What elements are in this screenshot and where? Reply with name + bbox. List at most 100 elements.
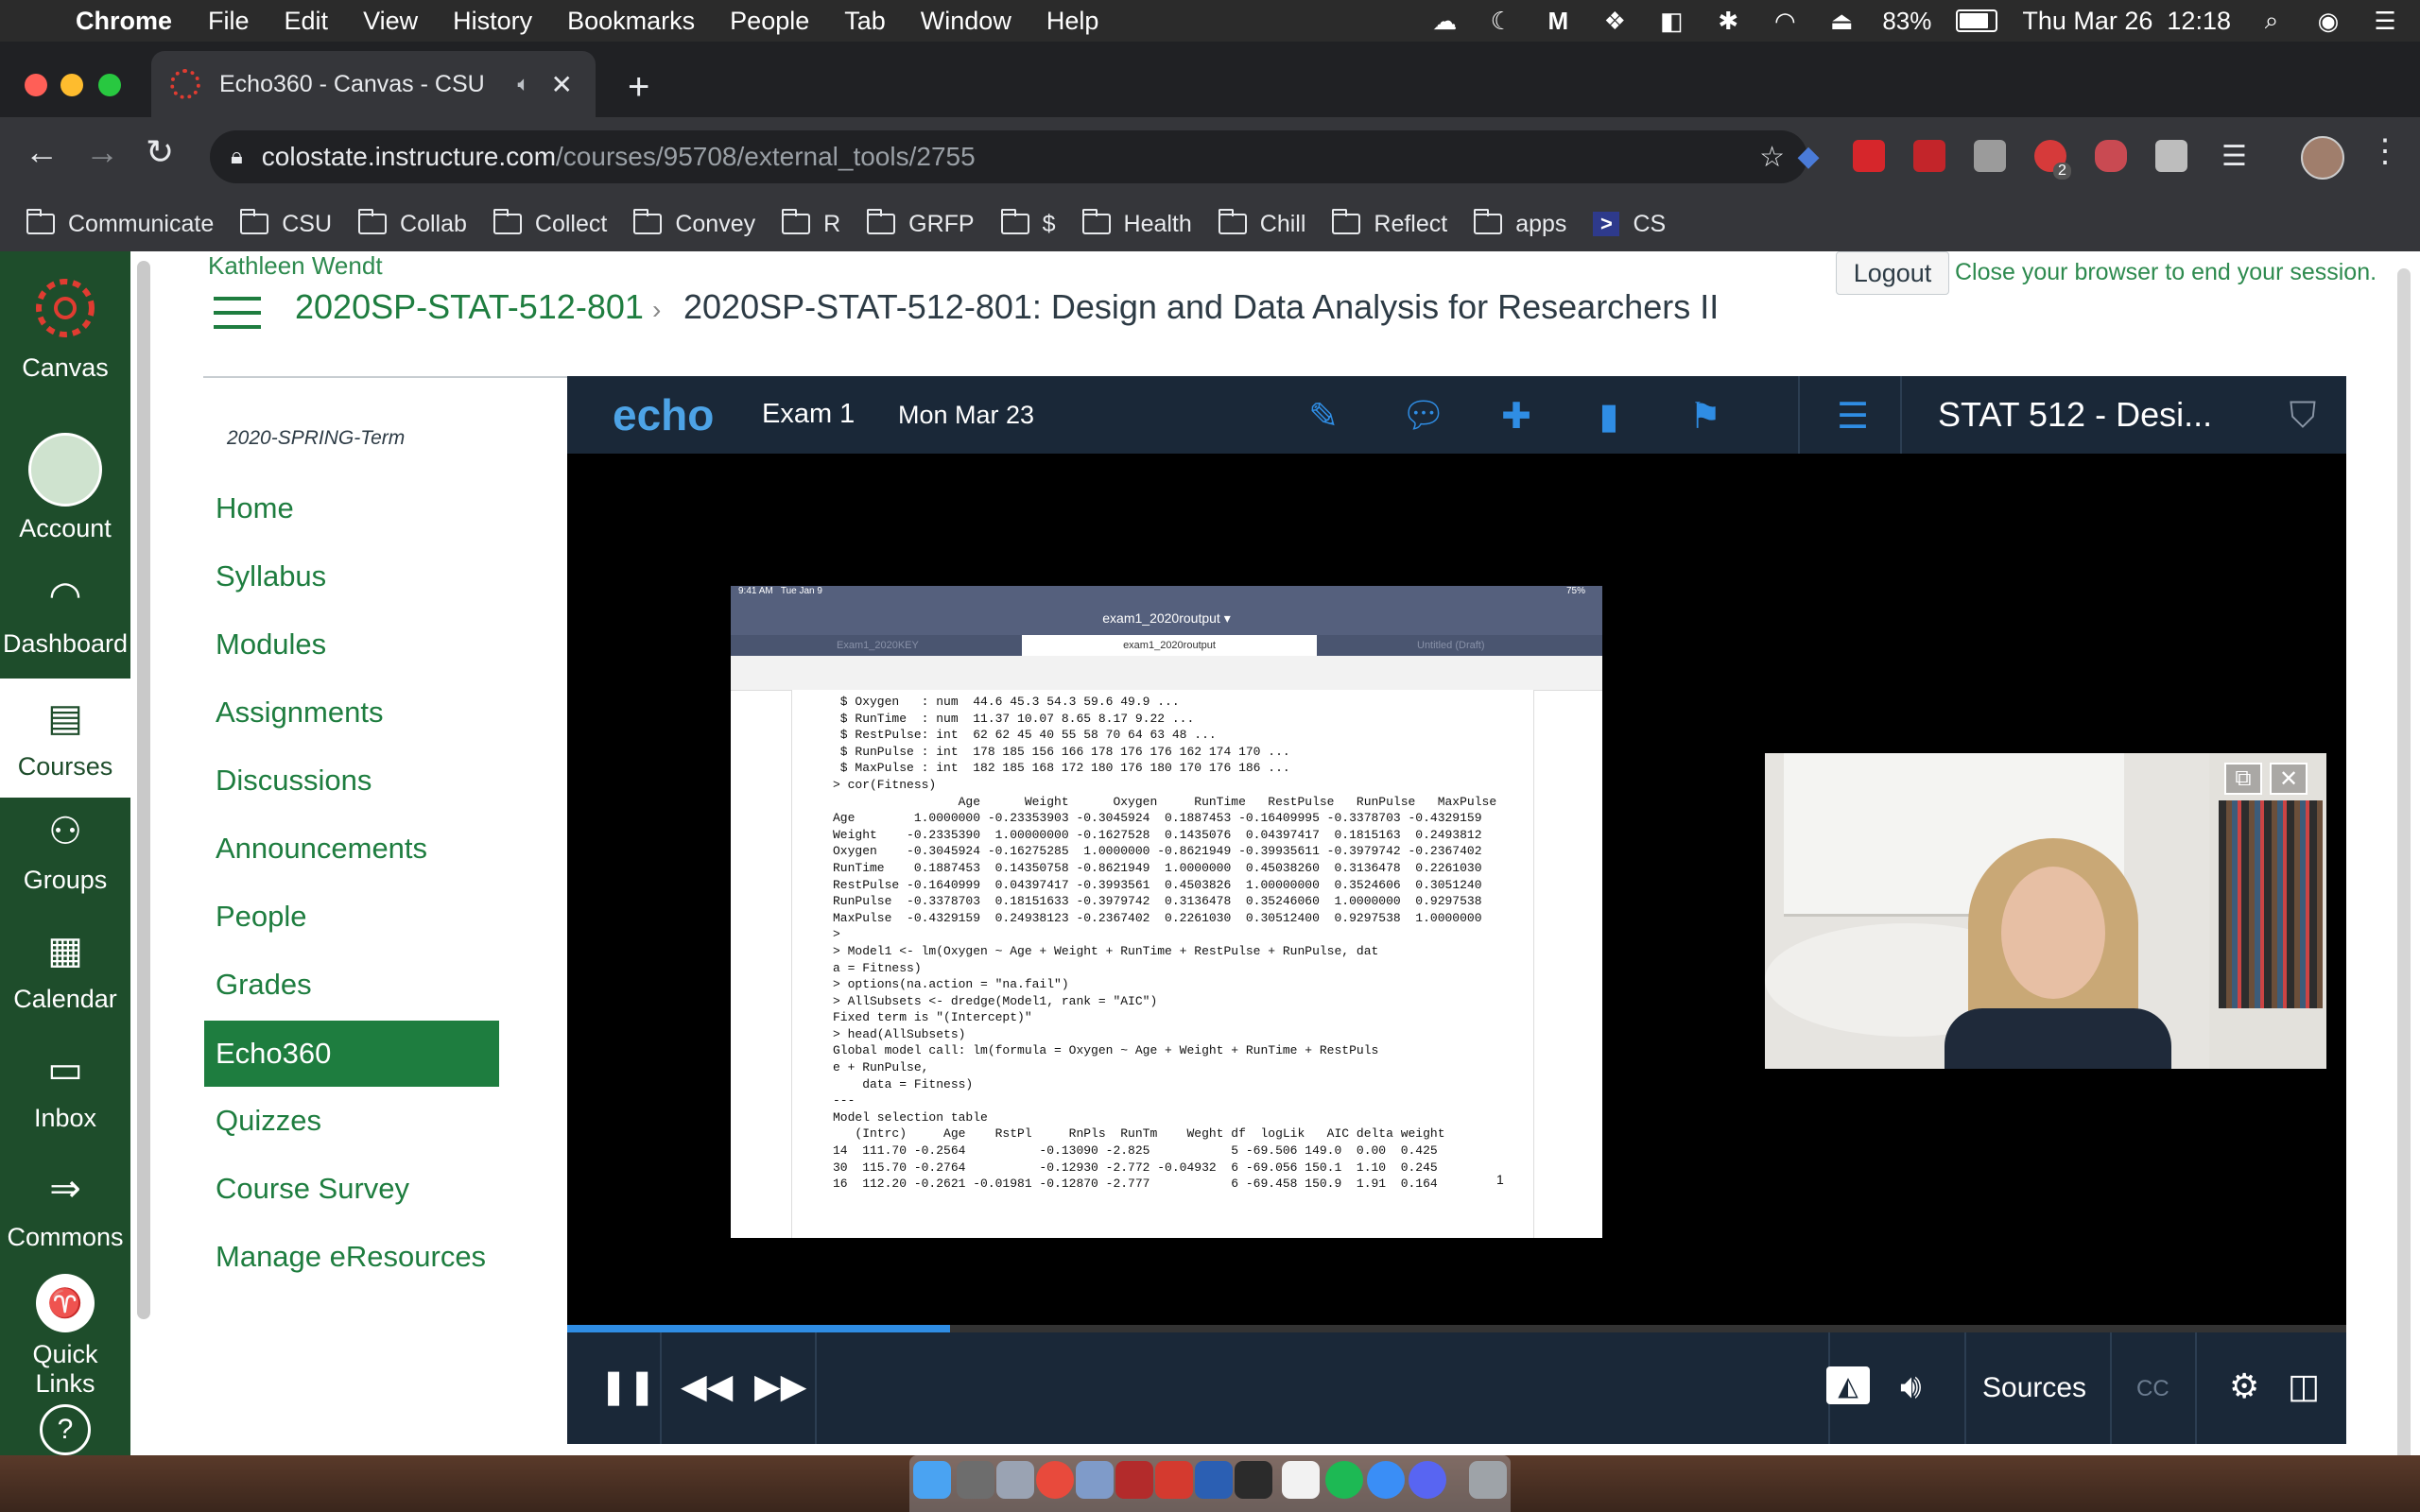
global-nav-courses[interactable]: ▤ Courses <box>0 679 130 798</box>
page-scrollbar[interactable] <box>2397 268 2411 1455</box>
fast-forward-icon[interactable]: ▶▶ <box>754 1366 806 1406</box>
course-nav-course-survey[interactable]: Course Survey <box>216 1172 409 1206</box>
address-bar[interactable]: 🔒︎ colostate.instructure.com /courses/95… <box>210 130 1807 183</box>
word-icon[interactable] <box>1195 1461 1233 1499</box>
flag-icon[interactable]: ⚑ <box>1685 395 1726 437</box>
user-name[interactable]: Kathleen Wendt <box>208 251 383 281</box>
course-nav-assignments[interactable]: Assignments <box>216 696 383 730</box>
rewind-icon[interactable]: ◀◀ <box>681 1366 733 1406</box>
extension-shield-icon[interactable] <box>2095 140 2127 172</box>
menu-window[interactable]: Window <box>921 7 1011 36</box>
discord-icon[interactable] <box>1409 1461 1446 1499</box>
close-tab-icon[interactable]: ✕ <box>551 69 573 100</box>
extension-lastpass-icon[interactable] <box>1913 140 1945 172</box>
system-preferences-icon[interactable] <box>957 1461 994 1499</box>
course-nav-syllabus[interactable]: Syllabus <box>216 559 326 593</box>
launchpad-icon[interactable] <box>996 1461 1034 1499</box>
extension-doc-icon[interactable] <box>2155 140 2187 172</box>
menu-bookmarks[interactable]: Bookmarks <box>567 7 695 36</box>
finder-icon[interactable] <box>913 1461 951 1499</box>
bookmark-folder[interactable]: Collect <box>493 209 607 238</box>
extension-k-icon[interactable] <box>1974 140 2006 172</box>
menu-tab[interactable]: Tab <box>844 7 886 36</box>
calendar-app-icon[interactable] <box>1282 1461 1320 1499</box>
mendeley-icon[interactable] <box>1115 1461 1153 1499</box>
global-nav-help[interactable]: ? <box>0 1404 130 1455</box>
pause-icon[interactable]: ❚❚ <box>599 1366 656 1406</box>
extension-mendeley-icon[interactable] <box>1853 140 1885 172</box>
close-video-icon[interactable]: ✕ <box>2270 763 2308 795</box>
bookmark-folder[interactable]: Reflect <box>1332 209 1447 238</box>
progress-bar[interactable] <box>567 1325 2346 1332</box>
course-nav-discussions[interactable]: Discussions <box>216 764 372 798</box>
bookmark-folder[interactable]: Health <box>1081 209 1192 238</box>
sources-button[interactable]: Sources <box>1982 1372 2086 1404</box>
back-arrow-icon[interactable]: ← <box>25 132 59 172</box>
course-nav-quizzes[interactable]: Quizzes <box>216 1104 321 1138</box>
minimize-window-button[interactable] <box>60 74 83 96</box>
bookmark-folder[interactable]: Collab <box>358 209 467 238</box>
bookmark-icon[interactable]: ▮ <box>1588 395 1630 437</box>
logout-button[interactable]: Logout <box>1836 251 1949 295</box>
add-question-icon[interactable]: ✚ <box>1495 395 1537 437</box>
profile-avatar[interactable] <box>2301 136 2344 180</box>
menu-edit[interactable]: Edit <box>285 7 329 36</box>
course-nav-announcements[interactable]: Announcements <box>216 832 427 866</box>
speaker-icon[interactable]: 🔈︎ <box>517 72 529 96</box>
media-controls-icon[interactable]: ☰ <box>2221 140 2254 172</box>
echo360-badge-icon[interactable]: ⛉ <box>2282 395 2324 437</box>
cloud-icon[interactable]: ☁ <box>1428 7 1461 35</box>
m-app-icon[interactable]: M <box>1542 7 1574 35</box>
bookmark-cs[interactable]: > CS <box>1593 211 1666 238</box>
bookmark-folder[interactable]: Chill <box>1218 209 1305 238</box>
r-app-icon[interactable] <box>1076 1461 1114 1499</box>
list-icon[interactable]: ☰ <box>1832 395 1874 437</box>
bluetooth-icon[interactable]: ✱ <box>1712 7 1744 35</box>
wifi-icon[interactable]: ◠ <box>1769 7 1801 35</box>
notes-icon[interactable]: ✎ <box>1303 395 1344 437</box>
course-nav-people[interactable]: People <box>216 900 307 934</box>
siri-icon[interactable]: ◉ <box>2312 7 2344 35</box>
app-menu-chrome[interactable]: Chrome <box>76 7 172 36</box>
global-nav-calendar[interactable]: ▦ Calendar <box>0 924 130 1014</box>
breadcrumb-course-link[interactable]: 2020SP-STAT-512-801 <box>295 287 644 327</box>
menu-help[interactable]: Help <box>1046 7 1099 36</box>
picture-icon[interactable]: ◭ <box>1826 1366 1870 1404</box>
volume-icon[interactable]: 🔊︎ <box>1900 1366 1922 1407</box>
nav-scrollbar[interactable] <box>137 261 150 1319</box>
scrivener-icon[interactable] <box>1235 1461 1272 1499</box>
chrome-icon[interactable] <box>1036 1461 1074 1499</box>
global-nav-account[interactable]: Account <box>0 433 130 543</box>
global-nav-dashboard[interactable]: ◠ Dashboard <box>0 569 130 659</box>
close-window-button[interactable] <box>25 74 47 96</box>
discussion-icon[interactable]: 💬︎ <box>1401 395 1446 437</box>
menu-file[interactable]: File <box>208 7 250 36</box>
bookmark-folder[interactable]: CSU <box>240 209 332 238</box>
layout-toggle-icon[interactable]: ◫ <box>2288 1366 2320 1406</box>
trash-icon[interactable] <box>1469 1461 1507 1499</box>
lock-icon[interactable]: 🔒︎ <box>231 144 243 170</box>
app-store-icon[interactable]: ◧ <box>1655 7 1687 35</box>
dropbox-icon[interactable]: ❖ <box>1599 7 1631 35</box>
eject-icon[interactable]: ⏏ <box>1825 7 1858 35</box>
menu-view[interactable]: View <box>363 7 418 36</box>
battery-icon[interactable] <box>1956 9 1998 32</box>
bookmark-folder[interactable]: R <box>782 209 840 238</box>
chrome-menu-icon[interactable]: ⋮ <box>2369 132 2401 170</box>
bookmark-folder[interactable]: Convey <box>633 209 755 238</box>
zoom-window-button[interactable] <box>98 74 121 96</box>
webcam-video[interactable]: ⧉ ✕ <box>1765 753 2326 1069</box>
moon-icon[interactable]: ☾ <box>1485 7 1517 35</box>
course-nav-modules[interactable]: Modules <box>216 627 326 662</box>
course-menu-toggle-icon[interactable] <box>214 297 261 329</box>
closed-captions-button[interactable]: CC <box>2136 1376 2169 1402</box>
global-nav-canvas[interactable]: Canvas <box>0 270 130 383</box>
messages-icon[interactable] <box>1367 1461 1405 1499</box>
course-nav-manage-eresources[interactable]: Manage eResources <box>216 1240 486 1274</box>
spotlight-search-icon[interactable]: ⌕ <box>2256 6 2288 34</box>
bookmark-star-icon[interactable]: ☆ <box>1759 141 1785 174</box>
forward-arrow-icon[interactable]: → <box>85 132 119 172</box>
global-nav-inbox[interactable]: ▭ Inbox <box>0 1043 130 1133</box>
notification-center-icon[interactable]: ☰ <box>2369 7 2401 35</box>
bookmark-folder[interactable]: GRFP <box>867 209 975 238</box>
